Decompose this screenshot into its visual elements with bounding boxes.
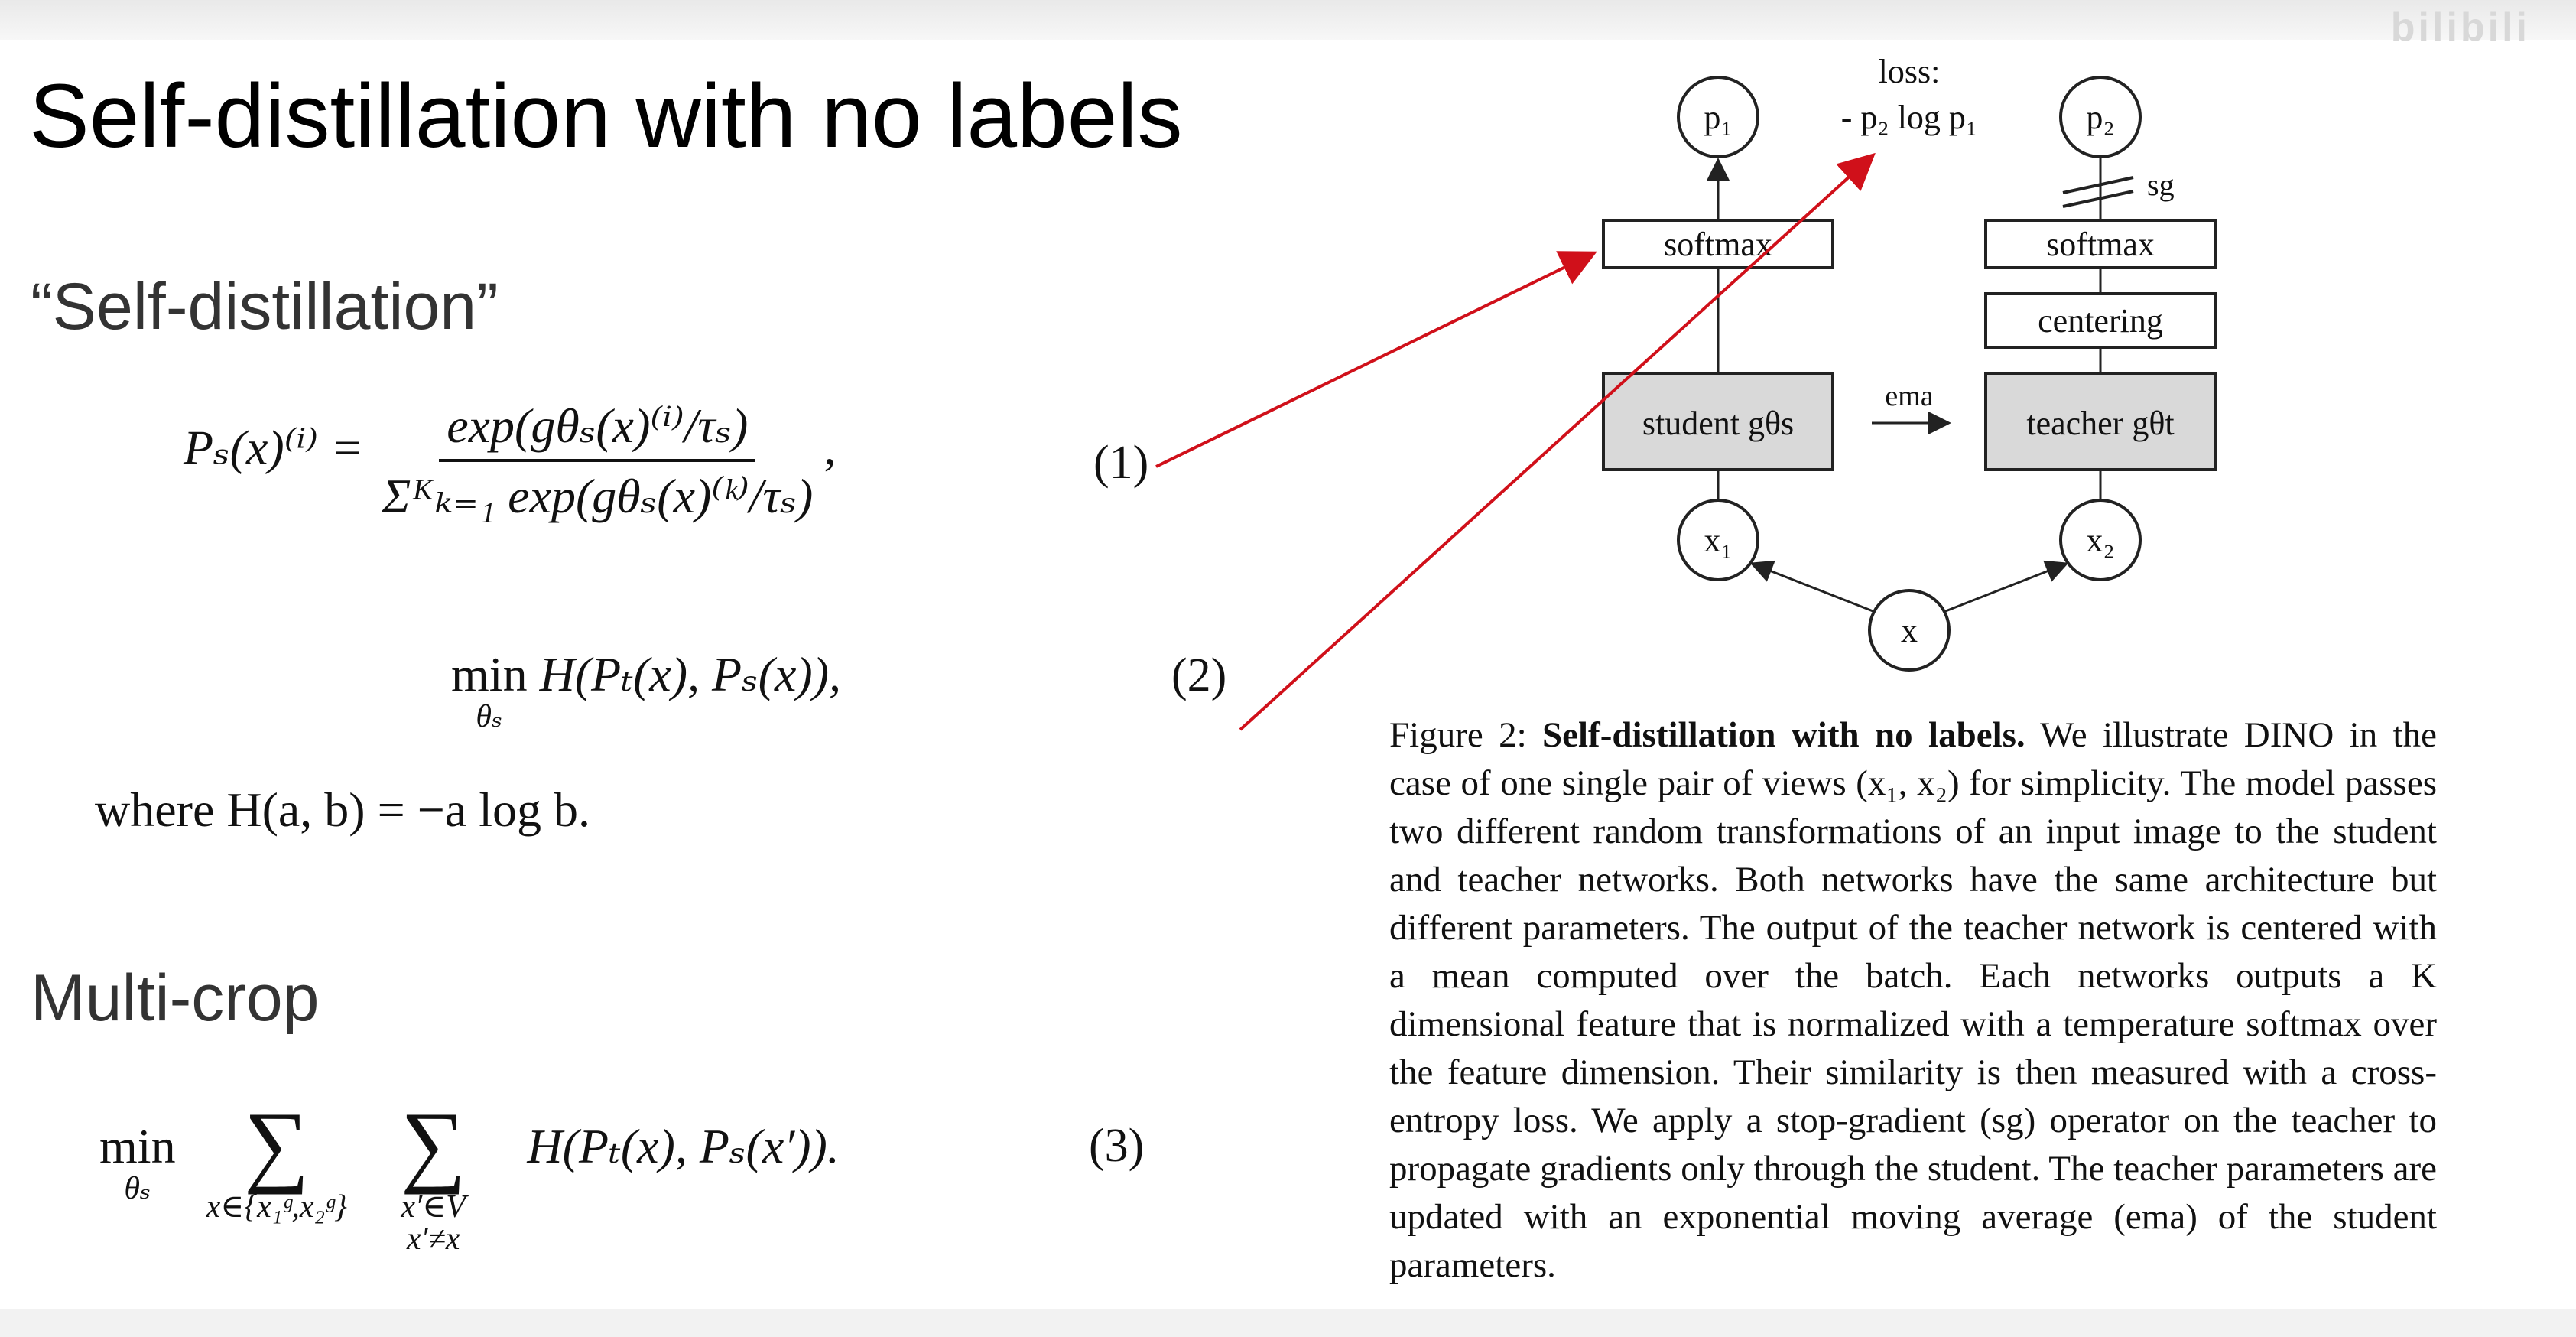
figure-caption: Figure 2: Self-distillation with no labe… xyxy=(1389,711,2437,1290)
video-bottom-bar xyxy=(0,1309,2576,1337)
caption-body: We illustrate DINO in the case of one si… xyxy=(1389,715,2437,1285)
annotation-arrow-eq2-to-loss xyxy=(1239,152,1876,731)
caption-lead: Figure 2: xyxy=(1389,715,1542,755)
annotation-arrow-eq1-to-softmax xyxy=(1155,251,1597,468)
caption-bold-title: Self-distillation with no labels. xyxy=(1541,715,2025,755)
